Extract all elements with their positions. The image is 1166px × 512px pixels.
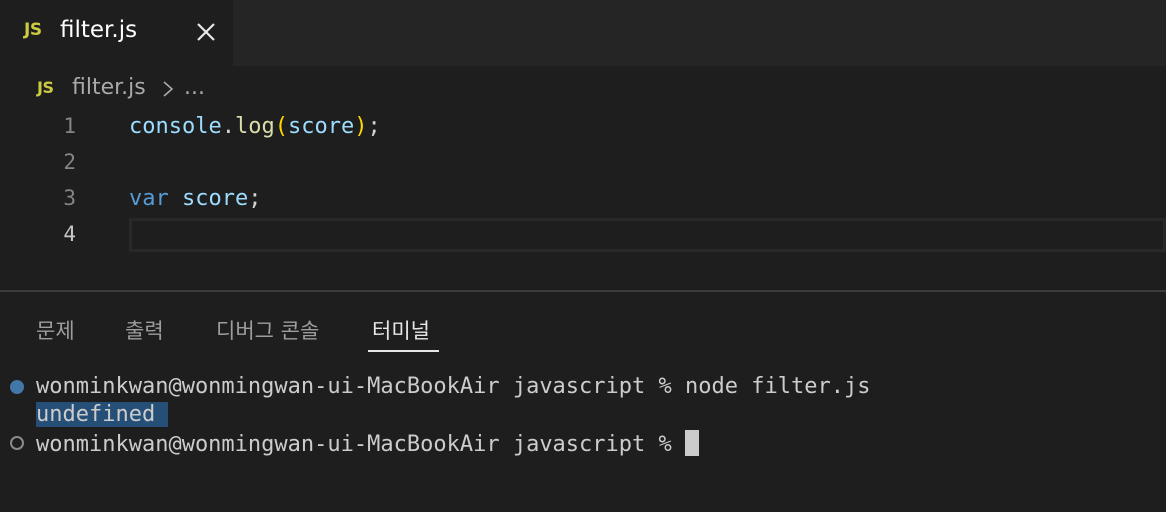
breadcrumb: JS filter.js ... — [0, 66, 1166, 110]
code-token: . — [221, 114, 235, 139]
line-number: 3 — [63, 186, 76, 210]
tab-title: filter.js — [60, 17, 138, 43]
terminal-prompt[interactable]: wonminkwan@wonmingwan-ui-MacBookAir java… — [36, 430, 700, 457]
terminal-line: wonminkwan@wonmingwan-ui-MacBookAir java… — [36, 374, 871, 399]
chevron-right-icon — [163, 81, 174, 97]
terminal-output: undefined — [36, 402, 169, 427]
code-line[interactable]: 3 var score; — [0, 182, 1166, 218]
code-text: var score; — [129, 186, 261, 211]
breadcrumb-ellipsis[interactable]: ... — [184, 75, 205, 100]
line-number: 2 — [63, 150, 76, 174]
editor-tab-bar: JS filter.js — [0, 0, 1166, 66]
code-token: console — [129, 114, 222, 139]
terminal-prompt-text: wonminkwan@wonmingwan-ui-MacBookAir java… — [36, 432, 686, 457]
code-line-current[interactable]: 4 — [0, 218, 1166, 254]
code-token: ( — [274, 114, 288, 139]
tab-problems[interactable]: 문제 — [36, 315, 75, 345]
command-status-dot-icon[interactable] — [10, 380, 24, 394]
code-token: ) — [354, 114, 368, 139]
code-token: ; — [248, 186, 262, 211]
line-number: 4 — [63, 222, 76, 246]
code-line[interactable]: 1 console.log(score); — [0, 110, 1166, 146]
breadcrumb-file[interactable]: filter.js — [72, 75, 146, 100]
panel-divider — [0, 290, 1166, 292]
line-number: 1 — [63, 114, 76, 138]
tab-terminal[interactable]: 터미널 — [372, 315, 430, 345]
command-status-dot-icon[interactable] — [10, 436, 24, 450]
tab-debug-console[interactable]: 디버그 콘솔 — [216, 315, 319, 345]
code-token: log — [234, 114, 275, 139]
close-icon[interactable] — [192, 18, 220, 46]
code-line[interactable]: 2 — [0, 146, 1166, 182]
javascript-file-icon: JS — [37, 78, 54, 97]
code-token: var — [129, 186, 169, 211]
tab-output[interactable]: 출력 — [125, 315, 164, 345]
code-text: console.log(score); — [129, 114, 381, 139]
code-token: score — [182, 186, 249, 211]
terminal-cursor — [685, 430, 700, 456]
code-token: score — [287, 114, 355, 139]
javascript-file-icon: JS — [24, 20, 42, 40]
active-tab-indicator — [368, 350, 439, 352]
terminal-selection: undefined — [36, 402, 169, 427]
editor-tab-filter-js[interactable]: JS filter.js — [0, 0, 233, 66]
code-token: ; — [367, 114, 381, 139]
